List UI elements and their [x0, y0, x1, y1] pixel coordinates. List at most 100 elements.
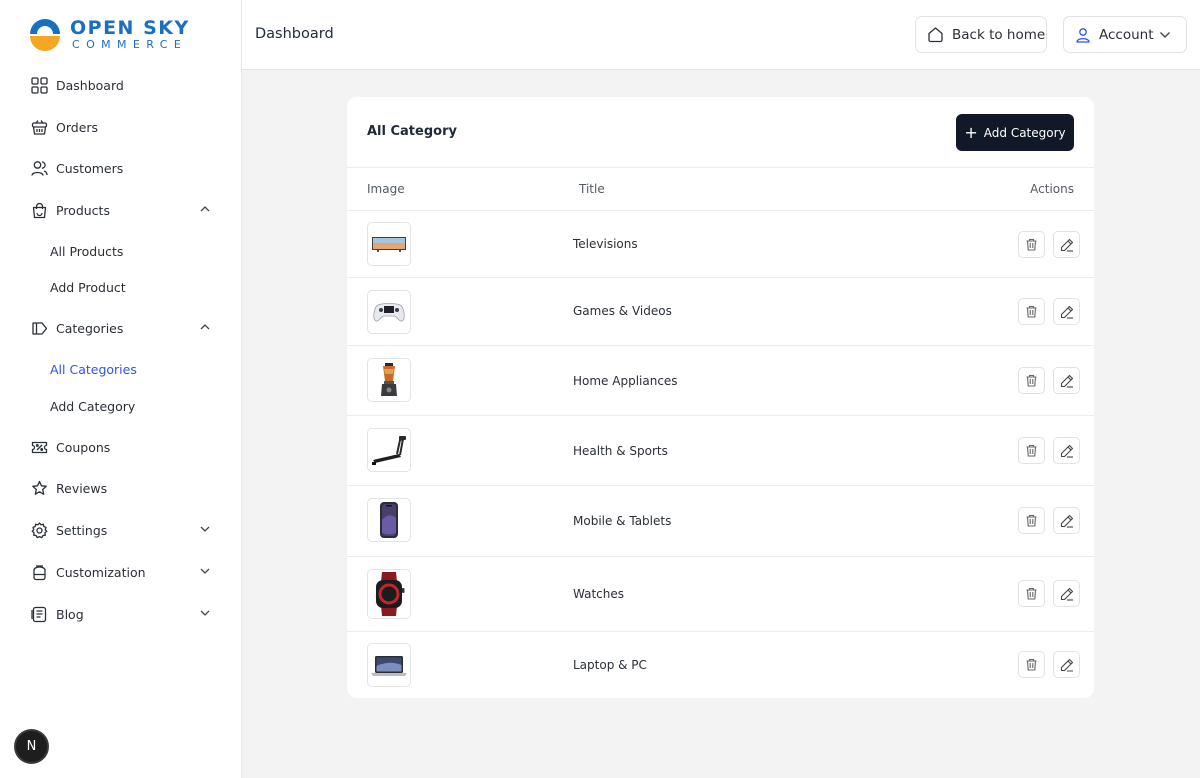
- sidebar-item-customers[interactable]: Customers: [30, 154, 212, 182]
- brand-subtitle: COMMERCE: [72, 37, 188, 51]
- user-icon: [1076, 27, 1090, 43]
- delete-button[interactable]: [1018, 507, 1045, 534]
- edit-button[interactable]: [1053, 507, 1080, 534]
- document-icon: [30, 605, 48, 623]
- edit-button[interactable]: [1053, 298, 1080, 325]
- smartphone-image: [367, 498, 411, 542]
- edit-button[interactable]: [1053, 231, 1080, 258]
- sidebar: OPEN SKY COMMERCE Dashboard Orders Custo…: [0, 0, 242, 778]
- table-row: Watches: [347, 557, 1094, 632]
- star-badge-icon: [30, 479, 48, 497]
- category-title: Home Appliances: [573, 374, 678, 388]
- treadmill-image: [367, 428, 411, 472]
- sidebar-item-orders[interactable]: Orders: [30, 113, 212, 141]
- trash-icon: [1026, 444, 1037, 457]
- laptop-image: [367, 643, 411, 687]
- sidebar-sub-add-product[interactable]: Add Product: [50, 280, 126, 295]
- shopping-bag-icon: [30, 201, 48, 219]
- table-row: Home Appliances: [347, 346, 1094, 416]
- game-controller-image: [367, 290, 411, 334]
- column-header-actions: Actions: [1030, 182, 1074, 196]
- edit-button[interactable]: [1053, 367, 1080, 394]
- delete-button[interactable]: [1018, 580, 1045, 607]
- table-row: Games & Videos: [347, 278, 1094, 346]
- delete-button[interactable]: [1018, 651, 1045, 678]
- tag-icon: [30, 319, 48, 337]
- sidebar-item-label: Reviews: [56, 480, 108, 496]
- sidebar-item-products[interactable]: Products: [30, 196, 212, 224]
- edit-button[interactable]: [1053, 580, 1080, 607]
- sidebar-item-reviews[interactable]: Reviews: [30, 474, 212, 502]
- plus-icon: +: [964, 122, 978, 142]
- account-dropdown[interactable]: Account: [1063, 16, 1187, 53]
- home-icon: [928, 27, 943, 43]
- pencil-icon: [1060, 374, 1073, 388]
- sidebar-item-label: Dashboard: [56, 77, 124, 93]
- chevron-down-icon[interactable]: [198, 522, 212, 536]
- blender-image: [367, 358, 411, 402]
- pencil-icon: [1060, 514, 1073, 528]
- delete-button[interactable]: [1018, 298, 1045, 325]
- column-header-title: Title: [579, 182, 605, 196]
- sidebar-sub-all-categories[interactable]: All Categories: [50, 362, 137, 377]
- trash-icon: [1026, 305, 1037, 318]
- page-title: Dashboard: [255, 26, 334, 42]
- sidebar-sub-all-products[interactable]: All Products: [50, 244, 123, 259]
- sidebar-item-customization[interactable]: Customization: [30, 558, 212, 586]
- sidebar-item-label: Blog: [56, 606, 84, 622]
- chevron-down-icon[interactable]: [198, 606, 212, 620]
- category-title: Televisions: [573, 237, 638, 251]
- sidebar-item-dashboard[interactable]: Dashboard: [30, 71, 212, 99]
- add-category-button[interactable]: + Add Category: [956, 114, 1074, 151]
- edit-button[interactable]: [1053, 651, 1080, 678]
- chevron-up-icon[interactable]: [198, 202, 212, 216]
- pencil-icon: [1060, 444, 1073, 458]
- category-title: Health & Sports: [573, 444, 668, 458]
- trash-icon: [1026, 374, 1037, 387]
- sidebar-item-label: Settings: [56, 522, 108, 538]
- smartwatch-image: [367, 569, 411, 619]
- sidebar-item-categories[interactable]: Categories: [30, 314, 212, 342]
- category-card: All Category + Add Category Image Title …: [347, 97, 1094, 698]
- chevron-up-icon[interactable]: [198, 320, 212, 334]
- trash-icon: [1026, 514, 1037, 527]
- trash-icon: [1026, 238, 1037, 251]
- table-row: Health & Sports: [347, 416, 1094, 486]
- next-dev-badge[interactable]: N: [16, 731, 47, 762]
- top-bar: Dashboard Back to home Account: [242, 0, 1200, 70]
- category-title: Games & Videos: [573, 304, 672, 318]
- paint-icon: [30, 563, 48, 581]
- chevron-down-icon[interactable]: [198, 564, 212, 578]
- ticket-icon: [30, 438, 48, 456]
- users-icon: [30, 159, 48, 177]
- brand-logo[interactable]: OPEN SKY COMMERCE: [28, 16, 218, 52]
- pencil-icon: [1060, 587, 1073, 601]
- delete-button[interactable]: [1018, 231, 1045, 258]
- sidebar-item-label: Customers: [56, 160, 124, 176]
- delete-button[interactable]: [1018, 367, 1045, 394]
- column-header-image: Image: [367, 182, 405, 196]
- chevron-down-icon: [1160, 32, 1170, 38]
- sidebar-item-label: Orders: [56, 119, 99, 135]
- sidebar-sub-add-category[interactable]: Add Category: [50, 399, 135, 414]
- gear-icon: [30, 521, 48, 539]
- sidebar-item-label: Coupons: [56, 439, 111, 455]
- edit-button[interactable]: [1053, 437, 1080, 464]
- delete-button[interactable]: [1018, 437, 1045, 464]
- table-header: Image Title Actions: [347, 167, 1094, 211]
- trash-icon: [1026, 658, 1037, 671]
- account-label: Account: [1099, 26, 1154, 43]
- sidebar-item-settings[interactable]: Settings: [30, 516, 212, 544]
- add-category-label: Add Category: [983, 125, 1066, 140]
- sidebar-item-coupons[interactable]: Coupons: [30, 433, 212, 461]
- table-row: Televisions: [347, 211, 1094, 278]
- pencil-icon: [1060, 305, 1073, 319]
- sidebar-item-label: Products: [56, 202, 110, 218]
- sidebar-item-label: Customization: [56, 564, 146, 580]
- category-title: Laptop & PC: [573, 658, 647, 672]
- back-to-home-button[interactable]: Back to home: [915, 16, 1047, 53]
- table-row: Mobile & Tablets: [347, 486, 1094, 557]
- grid-icon: [30, 76, 48, 94]
- pencil-icon: [1060, 658, 1073, 672]
- sidebar-item-blog[interactable]: Blog: [30, 600, 212, 628]
